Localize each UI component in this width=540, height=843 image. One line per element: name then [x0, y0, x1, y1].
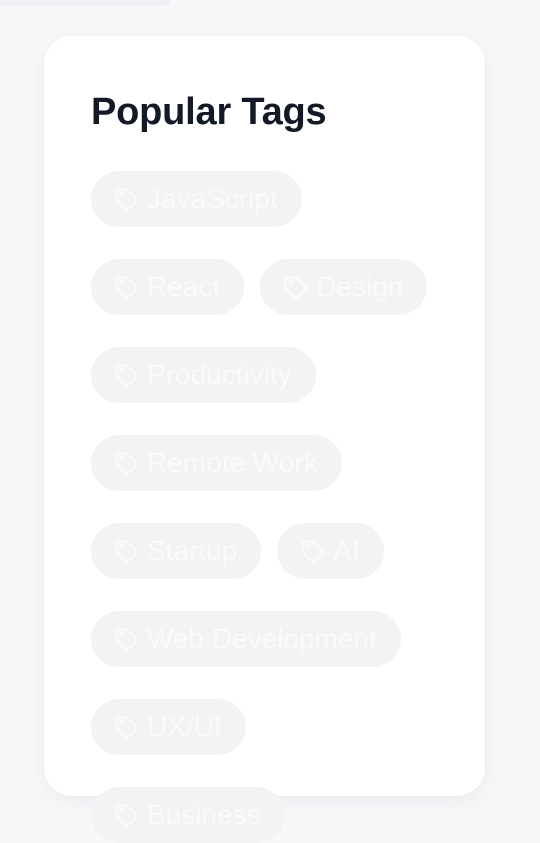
tag-icon	[113, 714, 141, 742]
tag-remote-work[interactable]: Remote Work	[91, 435, 342, 491]
tag-label: AI	[333, 535, 360, 566]
tag-icon	[113, 538, 141, 566]
tag-label: Web Development	[147, 623, 377, 654]
tag-label: Startup	[147, 535, 238, 566]
tag-list: JavaScript React Design Productivity Rem…	[91, 171, 441, 843]
tag-icon	[113, 362, 141, 390]
tag-business[interactable]: Business	[91, 787, 285, 843]
tag-icon	[113, 274, 141, 302]
tag-icon	[113, 450, 141, 478]
popular-tags-card: Popular Tags JavaScript React Design Pro…	[44, 36, 485, 843]
card-title: Popular Tags	[91, 91, 327, 133]
tag-label: React	[147, 271, 221, 302]
background-edge	[0, 0, 170, 6]
tag-react[interactable]: React	[91, 259, 245, 315]
tag-productivity[interactable]: Productivity	[91, 347, 316, 403]
tag-ai[interactable]: AI	[277, 523, 384, 579]
tag-ux-ui[interactable]: UX/UI	[91, 699, 246, 755]
tag-label: Remote Work	[147, 447, 318, 478]
tag-startup[interactable]: Startup	[91, 523, 262, 579]
tag-design[interactable]: Design	[260, 259, 428, 315]
tag-icon	[282, 274, 310, 302]
tag-icon	[299, 538, 327, 566]
tag-javascript[interactable]: JavaScript	[91, 171, 302, 227]
tag-icon	[113, 186, 141, 214]
tag-icon	[113, 802, 141, 830]
tag-label: UX/UI	[147, 711, 222, 742]
tag-label: Business	[147, 799, 261, 830]
tag-label: JavaScript	[147, 183, 278, 214]
tag-label: Productivity	[147, 359, 292, 390]
tag-web-development[interactable]: Web Development	[91, 611, 401, 667]
tag-icon	[113, 626, 141, 654]
tag-label: Design	[316, 271, 404, 302]
